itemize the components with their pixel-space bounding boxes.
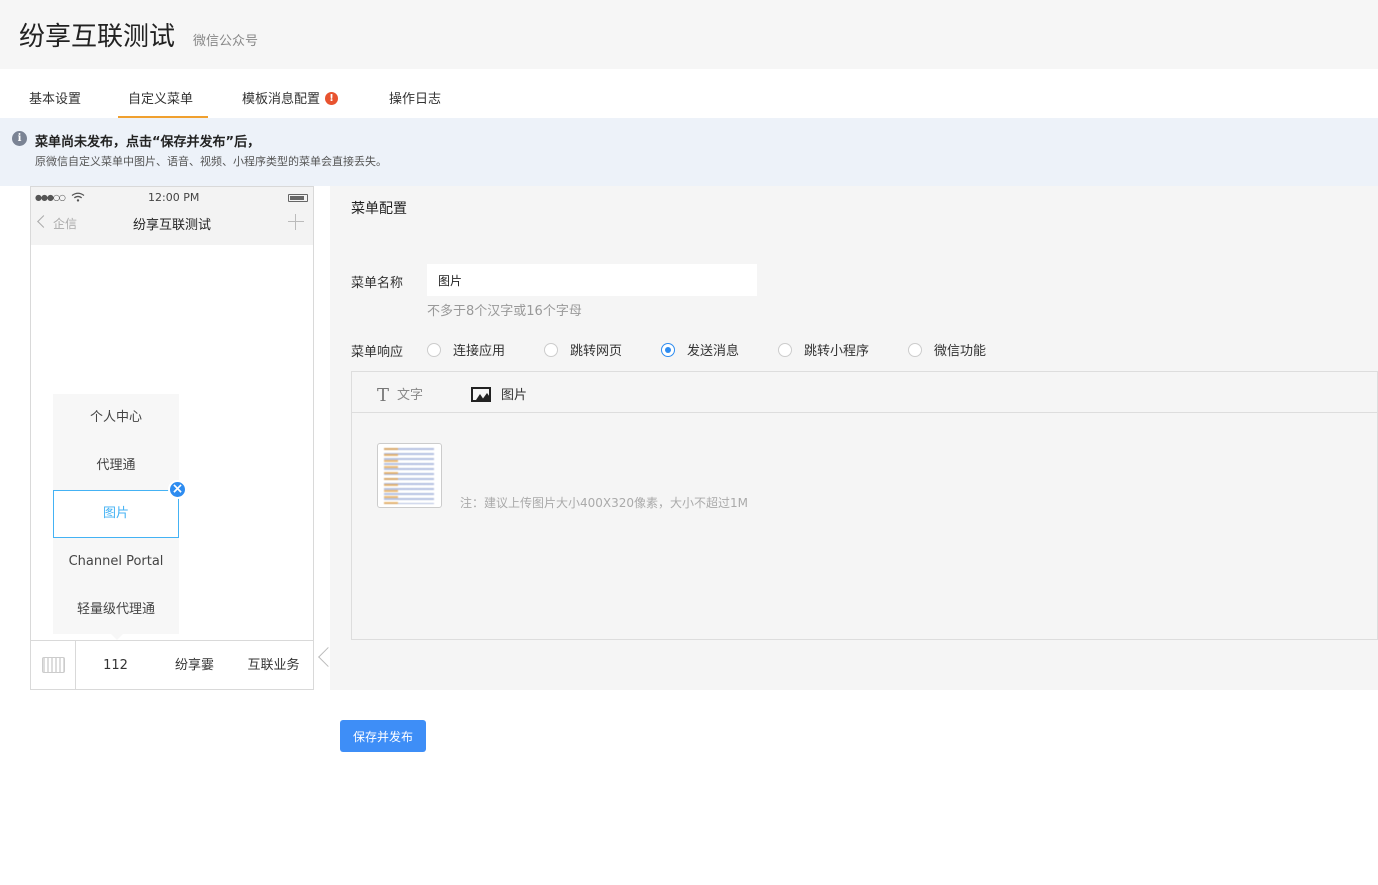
radio-circle-icon — [427, 343, 441, 357]
phone-account-title: 纷享互联测试 — [132, 218, 211, 233]
info-icon: i — [12, 131, 27, 146]
radio-label: 微信功能 — [934, 344, 987, 359]
tab-label: 模板消息配置 — [242, 92, 321, 107]
upload-note: 注：建议上传图片大小400X320像素，大小不超过1M — [460, 496, 749, 510]
tab-operation-log[interactable]: 操作日志 — [389, 88, 441, 118]
notice-banner: i 菜单尚未发布，点击“保存并发布”后， 原微信自定义菜单中图片、语音、视频、小… — [0, 118, 1378, 186]
battery-icon — [288, 194, 308, 202]
keyboard-icon — [42, 657, 65, 673]
tab-label: 操作日志 — [389, 92, 442, 107]
message-tab-text[interactable]: T 文字 — [377, 384, 423, 406]
submenu-item-image[interactable]: 图片 — [53, 490, 179, 538]
radio-circle-icon — [544, 343, 558, 357]
menu-name-label: 菜单名称 — [351, 276, 404, 291]
tab-label: 基本设置 — [29, 92, 82, 107]
submenu-item-channel-portal[interactable]: Channel Portal — [53, 538, 179, 586]
radio-label: 发送消息 — [687, 344, 740, 359]
wifi-icon — [71, 192, 85, 202]
submenu-item-personal-center[interactable]: 个人中心 — [53, 394, 179, 442]
radio-send-message[interactable]: 发送消息 — [661, 340, 739, 359]
radio-selected-icon — [661, 343, 675, 357]
phone-status-nav: ●●●○○ 12:00 PM 企信 纷享互联测试 — [31, 187, 313, 245]
keyboard-toggle[interactable] — [31, 641, 76, 690]
thumbnail-preview — [384, 448, 434, 504]
uploaded-image-thumbnail[interactable] — [377, 443, 442, 508]
notice-text: 原微信自定义菜单中图片、语音、视频、小程序类型的菜单会直接丢失。 — [35, 155, 387, 168]
message-tab-label: 文字 — [397, 388, 424, 403]
radio-label: 跳转网页 — [570, 344, 623, 359]
page-header: 纷享互联测试 微信公众号 — [0, 0, 1378, 69]
bottom-menu-item-business[interactable]: 互联业务 — [234, 641, 313, 690]
phone-bottom-menu: 112 纷享霎 互联业务 — [31, 640, 313, 690]
phone-preview: ●●●○○ 12:00 PM 企信 纷享互联测试 个人中心 代理通 图片 Cha… — [30, 186, 314, 690]
tab-basic-settings[interactable]: 基本设置 — [29, 88, 81, 118]
radio-connect-app[interactable]: 连接应用 — [427, 340, 505, 359]
app-title: 纷享互联测试 — [19, 22, 176, 52]
signal-icon: ●●●○○ — [35, 193, 66, 202]
menu-response-label: 菜单响应 — [351, 345, 404, 360]
radio-circle-icon — [908, 343, 922, 357]
app-subtitle: 微信公众号 — [193, 34, 259, 49]
radio-label: 跳转小程序 — [804, 344, 870, 359]
remove-icon[interactable]: × — [168, 480, 187, 499]
bottom-menu-item-fxiaoke[interactable]: 纷享霎 — [155, 641, 234, 690]
tab-label: 自定义菜单 — [128, 92, 194, 107]
radio-jump-miniprogram[interactable]: 跳转小程序 — [778, 340, 869, 359]
menu-name-hint: 不多于8个汉字或16个字母 — [427, 304, 582, 319]
tab-bar: 基本设置 自定义菜单 模板消息配置! 操作日志 — [0, 69, 1378, 118]
bottom-menu-item-112[interactable]: 112 — [76, 641, 155, 690]
message-type-tabs: T 文字 图片 — [352, 372, 1378, 413]
menu-name-input[interactable] — [427, 264, 757, 296]
status-time: 12:00 PM — [148, 191, 200, 204]
text-icon: T — [377, 385, 390, 406]
submenu-item-agent[interactable]: 代理通 — [53, 442, 179, 490]
radio-wechat-function[interactable]: 微信功能 — [908, 340, 986, 359]
message-tab-label: 图片 — [501, 388, 528, 403]
warning-badge-icon: ! — [325, 92, 339, 105]
submenu-item-light-agent[interactable]: 轻量级代理通 — [53, 586, 179, 634]
radio-label: 连接应用 — [453, 344, 506, 359]
tab-template-message[interactable]: 模板消息配置! — [242, 88, 339, 118]
message-tab-image[interactable]: 图片 — [471, 384, 527, 403]
config-title: 菜单配置 — [351, 201, 407, 217]
radio-jump-webpage[interactable]: 跳转网页 — [544, 340, 622, 359]
save-publish-button[interactable]: 保存并发布 — [340, 720, 426, 752]
image-icon — [471, 387, 491, 402]
plus-icon[interactable] — [288, 214, 304, 230]
radio-circle-icon — [778, 343, 792, 357]
notice-title: 菜单尚未发布，点击“保存并发布”后， — [35, 135, 261, 150]
message-editor: T 文字 图片 注：建议上传图片大小400X320像素，大小不超过1M — [351, 371, 1378, 640]
menu-config-panel: 菜单配置 菜单名称 不多于8个汉字或16个字母 菜单响应 连接应用 跳转网页 发… — [330, 186, 1378, 690]
tab-custom-menu[interactable]: 自定义菜单 — [118, 88, 208, 118]
submenu-list: 个人中心 代理通 图片 Channel Portal 轻量级代理通 — [53, 394, 179, 634]
